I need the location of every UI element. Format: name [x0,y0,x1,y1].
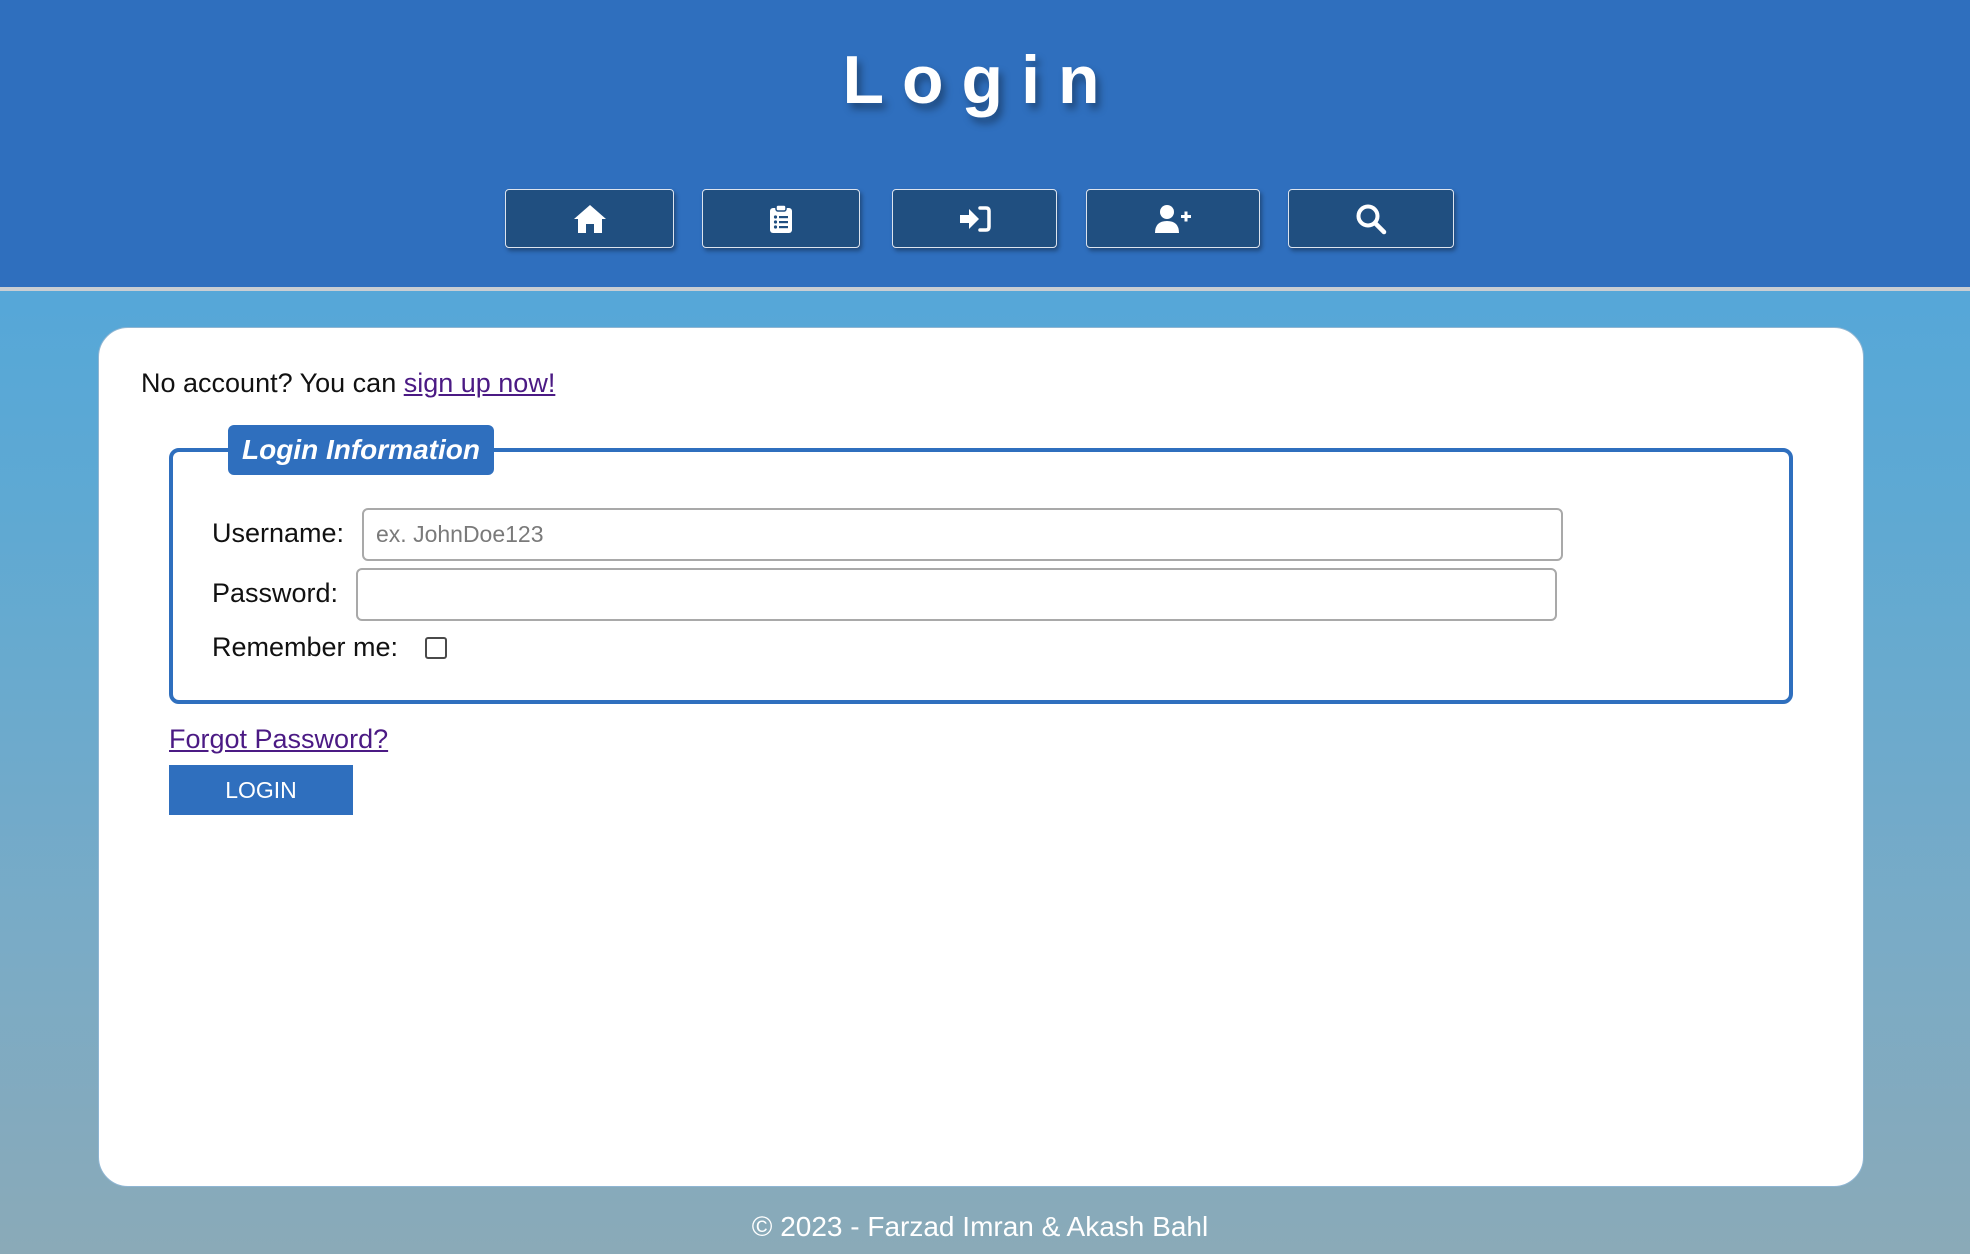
password-label: Password: [212,578,339,608]
remember-me-label: Remember me: [212,632,399,662]
nav-search-button[interactable] [1288,189,1454,248]
forgot-password-link[interactable]: Forgot Password? [169,722,388,756]
signup-prompt: No account? You can sign up now! [141,366,555,400]
nav-bar [0,189,1970,250]
fieldset-legend: Login Information [228,425,494,475]
search-icon [1355,203,1387,235]
nav-home-button[interactable] [505,189,674,248]
header: Login [0,0,1970,291]
sign-in-icon [959,205,991,233]
user-plus-icon [1154,204,1192,234]
username-label: Username: [212,518,345,548]
password-input[interactable] [356,568,1557,621]
nav-login-button[interactable] [892,189,1057,248]
home-icon [573,204,607,234]
login-button[interactable]: LOGIN [169,765,353,815]
footer-copyright: © 2023 - Farzad Imran & Akash Bahl [751,1211,1209,1242]
username-input[interactable] [362,508,1563,561]
nav-list-button[interactable] [702,189,860,248]
signup-prompt-text: No account? You can [141,368,404,398]
clipboard-list-icon [769,203,793,234]
signup-link[interactable]: sign up now! [404,368,556,398]
remember-me-checkbox[interactable] [425,637,447,659]
page-title: Login [842,42,1118,118]
nav-signup-button[interactable] [1086,189,1260,248]
